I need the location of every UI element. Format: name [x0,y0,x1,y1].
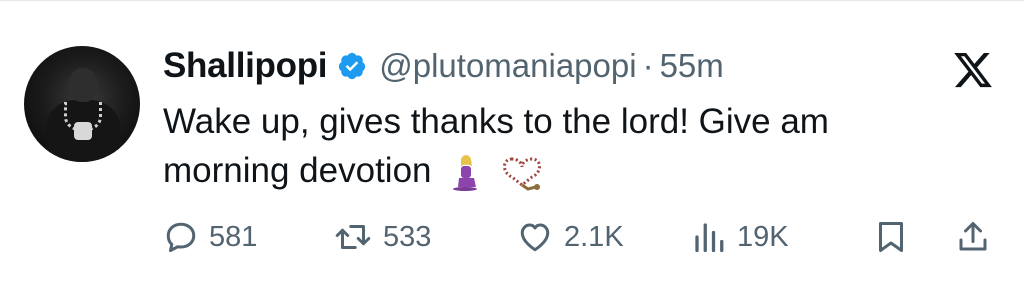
author-handle[interactable]: @plutomaniapopi [379,47,636,85]
like-count: 2.1K [564,220,624,253]
separator-dot: · [642,47,654,84]
x-logo-icon [954,52,992,88]
retweet-button[interactable]: 533 [333,215,431,259]
woman-kneeling-emoji [452,154,477,191]
author-name[interactable]: Shallipopi [163,46,328,86]
tweet-text: Wake up, gives thanks to the lord! Give … [163,97,963,195]
bookmark-icon [879,222,903,252]
tweet-text-line-2: morning devotion [163,146,963,195]
action-bar: 581 533 2.1K 19K [163,215,1003,259]
tweet-text-line-1: Wake up, gives thanks to the lord! Give … [163,102,829,141]
retweet-count: 533 [383,220,432,253]
tweet-header: Shallipopi @plutomaniapopi · 55m [163,41,724,91]
timestamp[interactable]: 55m [660,47,724,85]
like-button[interactable]: 2.1K [516,215,624,259]
like-icon [520,223,550,252]
avatar[interactable] [24,46,140,162]
reply-button[interactable]: 581 [163,215,257,259]
tweet-text-line-2-text: morning devotion [163,151,432,190]
share-button[interactable] [955,215,991,259]
reply-icon [166,222,196,252]
views-count: 19K [737,220,789,253]
verified-badge-icon [339,52,366,80]
avatar-pendant [74,122,92,140]
share-icon [959,222,987,251]
retweet-icon [335,225,371,249]
views-button[interactable]: 19K [691,215,789,259]
tweet-card: Shallipopi @plutomaniapopi · 55m Wake up… [0,0,1024,300]
avatar-figure-head [68,68,98,102]
bookmark-button[interactable] [873,215,909,259]
views-icon [695,223,724,253]
prayer-beads-emoji [502,157,541,191]
reply-count: 581 [209,220,258,253]
